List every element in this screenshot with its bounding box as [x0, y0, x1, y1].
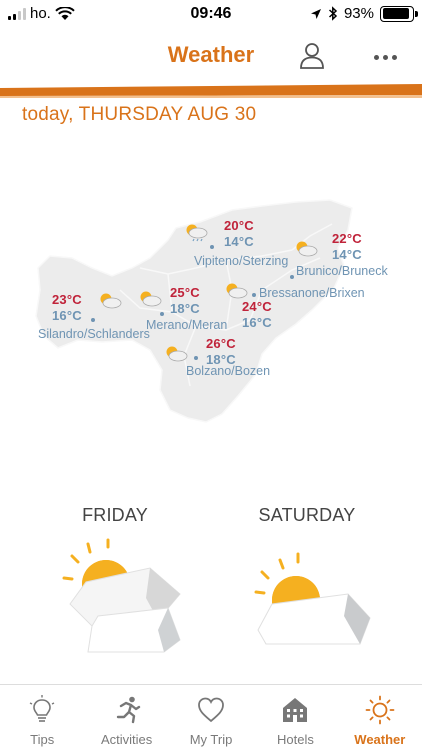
status-right: 93%	[310, 5, 418, 22]
town-name: Silandro/Schlanders	[38, 327, 150, 341]
town-marker	[252, 293, 256, 297]
tab-label: Hotels	[276, 732, 314, 747]
town-low-temp: 14°C	[332, 247, 362, 262]
town-high-temp: 24°C	[242, 299, 272, 314]
more-button[interactable]	[370, 42, 400, 72]
sun-behind-cloud-icon	[254, 552, 371, 645]
tab-label: Tips	[30, 732, 55, 747]
sun-cloud-icon	[296, 241, 318, 257]
sun-cloud-icon	[166, 346, 188, 362]
header-accent-stripe	[0, 84, 422, 98]
more-dot	[391, 54, 397, 60]
town-low-temp: 16°C	[52, 308, 82, 323]
more-dot	[373, 54, 379, 60]
town-marker	[91, 318, 95, 322]
forecast-day-label: SATURDAY	[258, 505, 356, 525]
sun-cloud-rain-icon	[186, 224, 208, 242]
town-marker	[290, 275, 294, 279]
town-name: Bressanone/Brixen	[259, 286, 365, 300]
town-high-temp: 26°C	[206, 336, 236, 351]
running-person-icon	[116, 696, 140, 724]
sun-cloud-icon	[140, 291, 162, 307]
town-marker	[160, 312, 164, 316]
town-low-temp: 18°C	[170, 301, 200, 316]
forecast-day-label: FRIDAY	[82, 505, 148, 525]
tab-label: Weather	[354, 732, 406, 747]
sun-cloud-icon	[100, 293, 122, 309]
town-low-temp: 16°C	[242, 315, 272, 330]
town-marker	[210, 245, 214, 249]
profile-button[interactable]	[296, 40, 328, 72]
town-high-temp: 25°C	[170, 285, 200, 300]
town-name: Brunico/Bruneck	[296, 264, 388, 278]
sun-icon	[365, 695, 395, 725]
tab-bar: Tips Activities My Trip Hotels Weather	[0, 684, 422, 750]
weather-map: 20°C 14°C Vipiteno/Sterzing 22°C 14°C Br…	[0, 140, 422, 470]
tab-label: My Trip	[189, 732, 233, 747]
date-title: today, THURSDAY AUG 30	[22, 104, 257, 125]
page-title: Weather	[167, 42, 255, 67]
more-dot	[382, 54, 388, 60]
forecast-saturday[interactable]: SATURDAY	[222, 505, 392, 664]
tab-hotels[interactable]: Hotels	[253, 685, 337, 750]
town-name: Vipiteno/Sterzing	[194, 254, 289, 268]
town-high-temp: 20°C	[224, 218, 254, 233]
forecast-friday[interactable]: FRIDAY	[30, 505, 200, 664]
town-marker	[194, 356, 198, 360]
tab-weather[interactable]: Weather	[338, 685, 422, 750]
battery-percent: 93%	[343, 5, 374, 22]
location-arrow-icon	[310, 8, 321, 19]
lightbulb-icon	[29, 695, 55, 722]
town-high-temp: 22°C	[332, 231, 362, 246]
town-name: Merano/Meran	[146, 318, 228, 332]
town-low-temp: 14°C	[224, 234, 254, 249]
nav-header: Weather	[0, 30, 422, 85]
status-bar: ho. 09:46 93%	[0, 0, 422, 30]
battery-icon	[380, 5, 418, 22]
tab-label: Activities	[100, 732, 153, 747]
tab-my-trip[interactable]: My Trip	[169, 685, 253, 750]
town-name: Bolzano/Bozen	[186, 364, 271, 378]
bluetooth-icon	[328, 6, 338, 21]
hotel-icon	[283, 698, 308, 722]
sun-behind-clouds-icon	[62, 538, 181, 653]
town-high-temp: 23°C	[52, 292, 82, 307]
heart-icon	[198, 697, 224, 723]
tab-tips[interactable]: Tips	[0, 685, 84, 750]
tab-activities[interactable]: Activities	[84, 685, 168, 750]
